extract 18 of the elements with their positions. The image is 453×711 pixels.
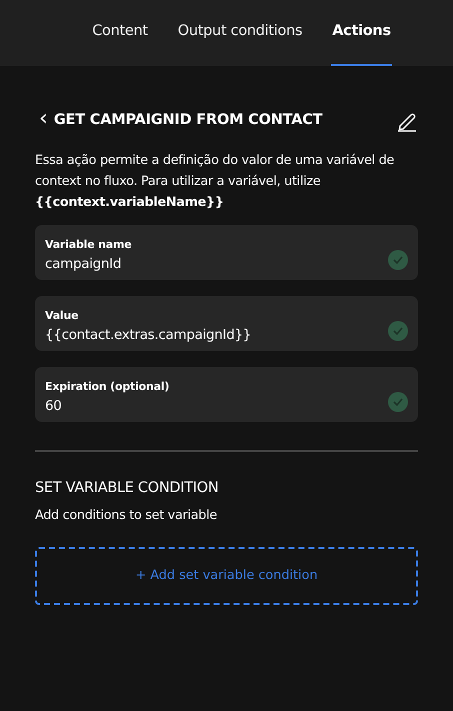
text-field[interactable]: Expiration (optional) 60 (35, 367, 418, 422)
description-text: Essa ação permite a definição do valor de uma variável de context no fluxo. Para utilizar a variável, utilize {{context.variableName}} (35, 152, 396, 212)
text-field[interactable]: Variable name campaignId (35, 225, 418, 280)
field-label: Expiration (optional) (45, 379, 170, 396)
section-title: SET VARIABLE CONDITION (35, 479, 220, 498)
section-subtitle: Add conditions to set variable (35, 506, 218, 525)
tab[interactable]: Content (91, 0, 149, 66)
back-button[interactable]: ‹ (35, 108, 54, 134)
field-value: {{contact.extras.campaignId}} (45, 326, 252, 345)
text-field[interactable]: Value {{contact.extras.campaignId}} (35, 296, 418, 351)
add-condition-button[interactable]: + Add set variable condition (35, 546, 418, 605)
field-value: 60 (45, 396, 63, 416)
field-value: campaignId (45, 254, 122, 274)
action-title: GET CAMPAIGNID FROM CONTACT (54, 111, 322, 130)
tab[interactable]: Output conditions (176, 0, 304, 66)
field-label: Variable name (45, 237, 132, 254)
field-label: Value (45, 308, 80, 324)
tab[interactable]: Actions (331, 0, 392, 66)
